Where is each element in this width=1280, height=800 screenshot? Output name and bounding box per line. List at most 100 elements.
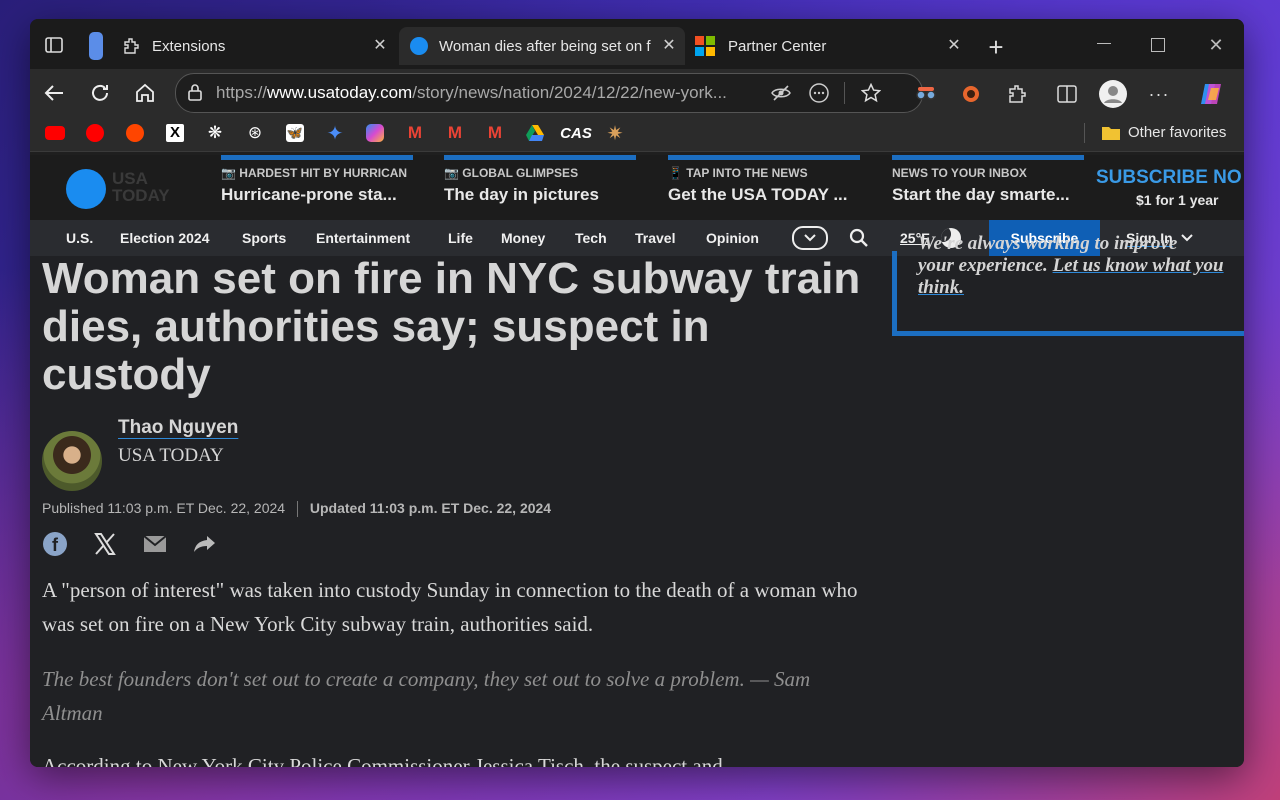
promo-title: Start the day smarte... — [892, 185, 1070, 204]
refresh-icon[interactable] — [88, 81, 112, 105]
email-share-icon[interactable] — [142, 533, 168, 555]
author-org: USA TODAY — [118, 445, 224, 466]
share-arrow-icon[interactable] — [192, 533, 218, 555]
promo-newsletter[interactable]: NEWS TO YOUR INBOX Start the day smarte.… — [892, 155, 1084, 220]
gmail-icon[interactable]: M — [444, 122, 466, 144]
feedback-text: We're always working to improve your exp… — [918, 233, 1238, 299]
microsoft-logo-icon — [694, 36, 716, 56]
published-date: Published 11:03 p.m. ET Dec. 22, 2024 — [42, 500, 286, 516]
date-divider — [296, 501, 298, 518]
address-bar[interactable]: https://www.usatoday.com/story/news/nati… — [175, 73, 923, 113]
search-icon[interactable] — [848, 227, 870, 249]
url-domain: www.usatoday.com — [267, 83, 413, 102]
nav-travel[interactable]: Travel — [635, 230, 675, 246]
profile-avatar-icon[interactable] — [1098, 79, 1128, 109]
article-quote: The best founders don't set out to creat… — [42, 667, 811, 725]
url-scheme: https:// — [216, 83, 268, 102]
nav-money[interactable]: Money — [501, 230, 545, 246]
tab-label: Extensions — [152, 37, 226, 55]
url-text[interactable]: https://www.usatoday.com/story/news/nati… — [216, 83, 756, 103]
logo-text-today: TODAY — [112, 186, 170, 205]
favorite-star-icon[interactable] — [860, 82, 882, 104]
article-dates: Published 11:03 p.m. ET Dec. 22, 2024 Up… — [42, 500, 552, 518]
camera-icon: 📷 — [221, 166, 240, 180]
web-page: USA TODAY 📷 HARDEST HIT BY HURRICAN Hurr… — [30, 155, 1244, 767]
author-avatar[interactable] — [42, 431, 102, 491]
gemini-icon[interactable]: ✦ — [324, 122, 346, 145]
extension-record-icon[interactable] — [958, 81, 984, 107]
promo-kicker: 📷 HARDEST HIT BY HURRICAN — [221, 166, 408, 180]
reddit-icon[interactable] — [124, 122, 146, 144]
tab-label: Woman dies after being set on f — [439, 37, 651, 55]
chatgpt-icon[interactable]: ⊛ — [244, 122, 266, 144]
gmail-icon[interactable]: M — [404, 122, 426, 144]
copilot-icon[interactable] — [1196, 79, 1226, 109]
promo-app[interactable]: 📱 TAP INTO THE NEWS Get the USA TODAY ..… — [668, 155, 860, 220]
author-name[interactable]: Thao Nguyen — [118, 417, 238, 439]
gmail-icon[interactable]: M — [484, 122, 506, 144]
split-screen-icon[interactable] — [1054, 81, 1080, 107]
nav-sports[interactable]: Sports — [242, 230, 286, 246]
copilot-favorite-icon[interactable] — [364, 122, 386, 144]
address-divider — [844, 82, 845, 104]
tab-label: Partner Center — [728, 37, 827, 55]
sidebar-toggle-icon[interactable] — [44, 35, 64, 55]
claude-icon[interactable]: ✷ — [604, 122, 626, 145]
phone-icon: 📱 — [668, 166, 687, 180]
nav-life[interactable]: Life — [448, 230, 473, 246]
feedback-line-2: your experience. — [918, 255, 1053, 276]
extensions-puzzle-icon[interactable] — [1004, 81, 1030, 107]
nav-opinion[interactable]: Opinion — [706, 230, 759, 246]
close-tab-icon[interactable]: ✕ — [370, 36, 390, 56]
promo-kicker: 📱 TAP INTO THE NEWS — [668, 166, 808, 180]
google-drive-icon[interactable] — [524, 122, 546, 144]
back-icon[interactable] — [42, 81, 66, 105]
promo-kicker: 📷 GLOBAL GLIMPSES — [444, 166, 579, 180]
close-window-icon[interactable]: ✕ — [1204, 33, 1228, 57]
promo-bar — [668, 155, 860, 160]
settings-menu-icon[interactable]: ··· — [1146, 81, 1172, 107]
usatoday-logo-icon[interactable] — [66, 169, 106, 209]
minimize-icon[interactable] — [1092, 31, 1116, 55]
x-logo-icon[interactable]: X — [164, 122, 186, 144]
tab-partner-center[interactable]: Partner Center ✕ — [688, 27, 970, 65]
chevron-down-icon[interactable] — [792, 226, 828, 250]
cas-icon[interactable]: CAS — [560, 122, 592, 144]
workspaces-icon[interactable] — [88, 31, 104, 61]
home-icon[interactable] — [133, 81, 157, 105]
folder-icon[interactable] — [1100, 123, 1122, 143]
extension-glasses-icon[interactable] — [913, 81, 939, 107]
new-tab-icon[interactable]: + — [984, 32, 1008, 62]
promo-title: The day in pictures — [444, 185, 599, 204]
tab-extensions[interactable]: Extensions ✕ — [112, 27, 396, 65]
tab-article[interactable]: Woman dies after being set on f ✕ — [399, 27, 685, 65]
promo-kicker: NEWS TO YOUR INBOX — [892, 166, 1027, 180]
nav-us[interactable]: U.S. — [66, 230, 93, 246]
navigation-toolbar: https://www.usatoday.com/story/news/nati… — [30, 69, 1244, 115]
nav-election[interactable]: Election 2024 — [120, 230, 210, 246]
tracking-prevention-icon[interactable] — [770, 82, 792, 104]
youtube-music-icon[interactable] — [84, 122, 106, 144]
facebook-icon[interactable]: f — [42, 531, 68, 557]
url-path: /story/news/nation/2024/12/22/new-york..… — [412, 83, 727, 102]
youtube-icon[interactable] — [44, 123, 66, 143]
perplexity-icon[interactable]: ❋ — [204, 122, 226, 144]
subscribe-promo[interactable]: SUBSCRIBE NO — [1096, 167, 1242, 189]
nav-entertainment[interactable]: Entertainment — [316, 230, 410, 246]
more-options-icon[interactable] — [808, 82, 830, 104]
nav-tech[interactable]: Tech — [575, 230, 607, 246]
maximize-icon[interactable] — [1146, 33, 1170, 57]
updated-date: Updated 11:03 p.m. ET Dec. 22, 2024 — [309, 500, 552, 516]
promo-bar — [444, 155, 636, 160]
promo-pictures[interactable]: 📷 GLOBAL GLIMPSES The day in pictures — [444, 155, 636, 220]
promo-hurricane[interactable]: 📷 HARDEST HIT BY HURRICAN Hurricane-pron… — [221, 155, 413, 220]
close-tab-icon[interactable]: ✕ — [944, 36, 964, 56]
bluesky-icon[interactable]: 🦋 — [284, 122, 306, 144]
lock-icon[interactable] — [186, 83, 204, 101]
other-favorites-label[interactable]: Other favorites — [1128, 124, 1226, 141]
feedback-line-1: We're always working to improve — [918, 233, 1178, 254]
close-tab-icon[interactable]: ✕ — [659, 36, 679, 56]
subscribe-price: $1 for 1 year — [1136, 192, 1219, 208]
usatoday-favicon-icon — [409, 36, 429, 56]
x-share-icon[interactable] — [92, 531, 118, 557]
